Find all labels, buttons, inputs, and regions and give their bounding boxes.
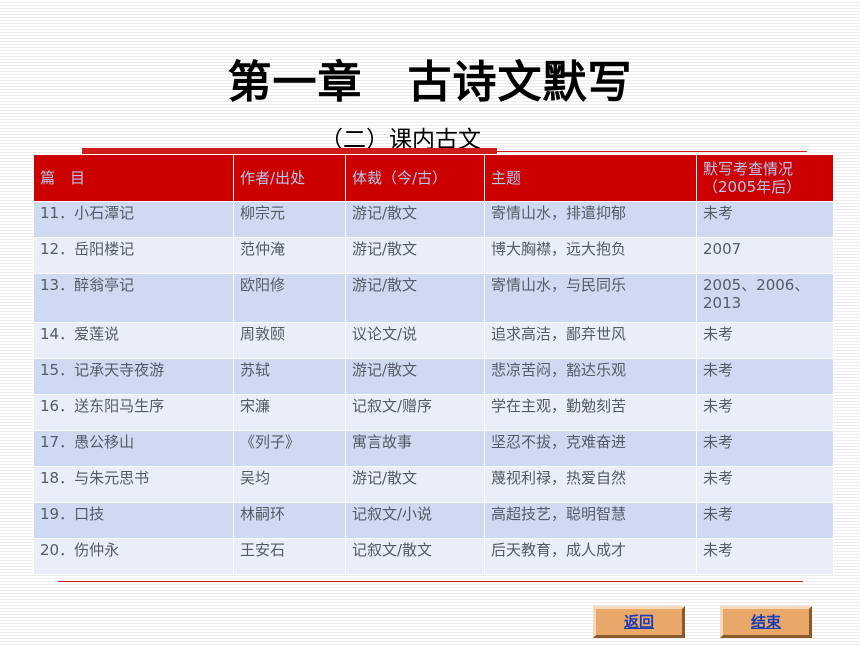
cell-theme: 追求高洁，鄙弃世风 bbox=[484, 322, 697, 359]
classical-texts-table: 篇 目 作者/出处 体裁（今/古） 主题 默写考查情况（2005年后） 11．小… bbox=[33, 154, 834, 575]
cell-exam: 未考 bbox=[696, 394, 834, 431]
cell-author: 欧阳修 bbox=[233, 273, 346, 323]
table-row: 16．送东阳马生序 宋濂 记叙文/赠序 学在主观，勤勉刻苦 未考 bbox=[33, 394, 834, 431]
cell-author: 柳宗元 bbox=[233, 201, 346, 238]
column-header-title: 篇 目 bbox=[33, 154, 234, 202]
column-header-author: 作者/出处 bbox=[233, 154, 346, 202]
cell-exam: 未考 bbox=[696, 322, 834, 359]
cell-title: 18．与朱元思书 bbox=[33, 466, 234, 503]
table-row: 17．愚公移山 《列子》 寓言故事 坚忍不拔，克难奋进 未考 bbox=[33, 430, 834, 467]
back-button[interactable]: 返回 bbox=[593, 606, 685, 638]
cell-exam: 未考 bbox=[696, 502, 834, 539]
cell-title: 13．醉翁亭记 bbox=[33, 273, 234, 323]
cell-author: 周敦颐 bbox=[233, 322, 346, 359]
table-row: 15．记承天寺夜游 苏轼 游记/散文 悲凉苦闷，豁达乐观 未考 bbox=[33, 358, 834, 395]
cell-genre: 议论文/说 bbox=[345, 322, 485, 359]
cell-genre: 游记/散文 bbox=[345, 237, 485, 274]
cell-title: 16．送东阳马生序 bbox=[33, 394, 234, 431]
cell-author: 林嗣环 bbox=[233, 502, 346, 539]
cell-genre: 游记/散文 bbox=[345, 201, 485, 238]
cell-exam: 2007 bbox=[696, 237, 834, 274]
cell-genre: 记叙文/小说 bbox=[345, 502, 485, 539]
table-row: 19．口技 林嗣环 记叙文/小说 高超技艺，聪明智慧 未考 bbox=[33, 502, 834, 539]
table-header-row: 篇 目 作者/出处 体裁（今/古） 主题 默写考查情况（2005年后） bbox=[33, 154, 834, 202]
cell-title: 14．爱莲说 bbox=[33, 322, 234, 359]
cell-exam: 未考 bbox=[696, 358, 834, 395]
cell-exam: 未考 bbox=[696, 538, 834, 575]
cell-author: 王安石 bbox=[233, 538, 346, 575]
end-button[interactable]: 结束 bbox=[720, 606, 812, 638]
cell-theme: 后天教育，成人成才 bbox=[484, 538, 697, 575]
table-row: 12．岳阳楼记 范仲淹 游记/散文 博大胸襟，远大抱负 2007 bbox=[33, 237, 834, 274]
cell-theme: 博大胸襟，远大抱负 bbox=[484, 237, 697, 274]
cell-theme: 蔑视利禄，热爱自然 bbox=[484, 466, 697, 503]
cell-exam: 2005、2006、2013 bbox=[696, 273, 834, 323]
column-header-exam: 默写考查情况（2005年后） bbox=[696, 154, 834, 202]
table-row: 11．小石潭记 柳宗元 游记/散文 寄情山水，排遣抑郁 未考 bbox=[33, 201, 834, 238]
cell-genre: 游记/散文 bbox=[345, 358, 485, 395]
cell-theme: 悲凉苦闷，豁达乐观 bbox=[484, 358, 697, 395]
cell-author: 苏轼 bbox=[233, 358, 346, 395]
cell-theme: 坚忍不拔，克难奋进 bbox=[484, 430, 697, 467]
cell-author: 《列子》 bbox=[233, 430, 346, 467]
cell-author: 范仲淹 bbox=[233, 237, 346, 274]
cell-genre: 游记/散文 bbox=[345, 466, 485, 503]
cell-theme: 寄情山水，与民同乐 bbox=[484, 273, 697, 323]
cell-exam: 未考 bbox=[696, 430, 834, 467]
cell-genre: 寓言故事 bbox=[345, 430, 485, 467]
table-row: 20．伤仲永 王安石 记叙文/散文 后天教育，成人成才 未考 bbox=[33, 538, 834, 575]
cell-title: 19．口技 bbox=[33, 502, 234, 539]
column-header-theme: 主题 bbox=[484, 154, 697, 202]
cell-title: 12．岳阳楼记 bbox=[33, 237, 234, 274]
cell-theme: 高超技艺，聪明智慧 bbox=[484, 502, 697, 539]
page-title: 第一章 古诗文默写 bbox=[227, 57, 633, 108]
table-row: 14．爱莲说 周敦颐 议论文/说 追求高洁，鄙弃世风 未考 bbox=[33, 322, 834, 359]
cell-title: 20．伤仲永 bbox=[33, 538, 234, 575]
cell-genre: 记叙文/赠序 bbox=[345, 394, 485, 431]
cell-title: 11．小石潭记 bbox=[33, 201, 234, 238]
cell-author: 吴均 bbox=[233, 466, 346, 503]
cell-theme: 寄情山水，排遣抑郁 bbox=[484, 201, 697, 238]
table-row: 18．与朱元思书 吴均 游记/散文 蔑视利禄，热爱自然 未考 bbox=[33, 466, 834, 503]
cell-theme: 学在主观，勤勉刻苦 bbox=[484, 394, 697, 431]
table-row: 13．醉翁亭记 欧阳修 游记/散文 寄情山水，与民同乐 2005、2006、2013 bbox=[33, 273, 834, 323]
cell-genre: 记叙文/散文 bbox=[345, 538, 485, 575]
cell-author: 宋濂 bbox=[233, 394, 346, 431]
decorative-red-line bbox=[497, 151, 807, 152]
cell-exam: 未考 bbox=[696, 201, 834, 238]
decorative-red-line-bottom bbox=[58, 581, 803, 582]
cell-genre: 游记/散文 bbox=[345, 273, 485, 323]
cell-exam: 未考 bbox=[696, 466, 834, 503]
column-header-genre: 体裁（今/古） bbox=[345, 154, 485, 202]
cell-title: 17．愚公移山 bbox=[33, 430, 234, 467]
cell-title: 15．记承天寺夜游 bbox=[33, 358, 234, 395]
